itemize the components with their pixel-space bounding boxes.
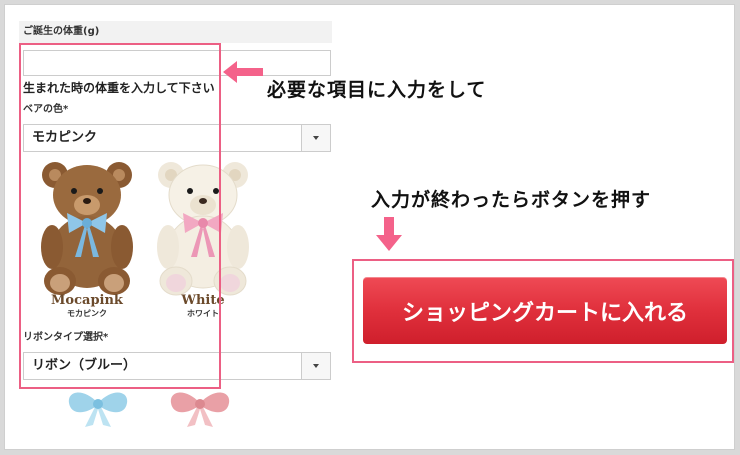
white-caption: White ホワイト (148, 293, 258, 319)
pink-ribbon-image[interactable] (165, 383, 235, 429)
weight-input[interactable] (23, 50, 331, 76)
weight-label: ご誕生の体重(g) (19, 21, 332, 43)
chevron-down-icon[interactable] (301, 353, 330, 379)
chevron-down-icon[interactable] (301, 125, 330, 151)
white-bear-image[interactable] (143, 157, 263, 305)
input-instruction: 必要な項目に入力をして (267, 79, 487, 101)
weight-hint: 生まれた時の体重を入力して下さい (23, 81, 215, 95)
bear-color-select[interactable]: モカピンク (23, 124, 331, 152)
bear-color-value: モカピンク (32, 130, 98, 145)
ribbon-select[interactable]: リボン（ブルー） (23, 352, 331, 380)
white-kana: ホワイト (187, 309, 219, 318)
mocapink-bear-image[interactable] (27, 157, 147, 305)
bear-color-label: ベアの色* (19, 99, 332, 121)
white-name: White (181, 293, 225, 308)
screenshot-frame: ご誕生の体重(g) 生まれた時の体重を入力して下さい ベアの色* モカピンク M… (4, 4, 735, 450)
mocapink-name: Mocapink (51, 293, 123, 308)
button-instruction: 入力が終わったらボタンを押す (371, 189, 652, 211)
blue-ribbon-image[interactable] (63, 383, 133, 429)
ribbon-value: リボン（ブルー） (32, 358, 137, 373)
mocapink-caption: Mocapink モカピンク (32, 293, 142, 319)
arrow-left-icon (223, 61, 263, 83)
mocapink-kana: モカピンク (67, 309, 107, 318)
arrow-down-icon (376, 217, 402, 251)
add-to-cart-button[interactable]: ショッピングカートに入れる (363, 277, 727, 344)
ribbon-label: リボンタイプ選択* (19, 327, 332, 349)
